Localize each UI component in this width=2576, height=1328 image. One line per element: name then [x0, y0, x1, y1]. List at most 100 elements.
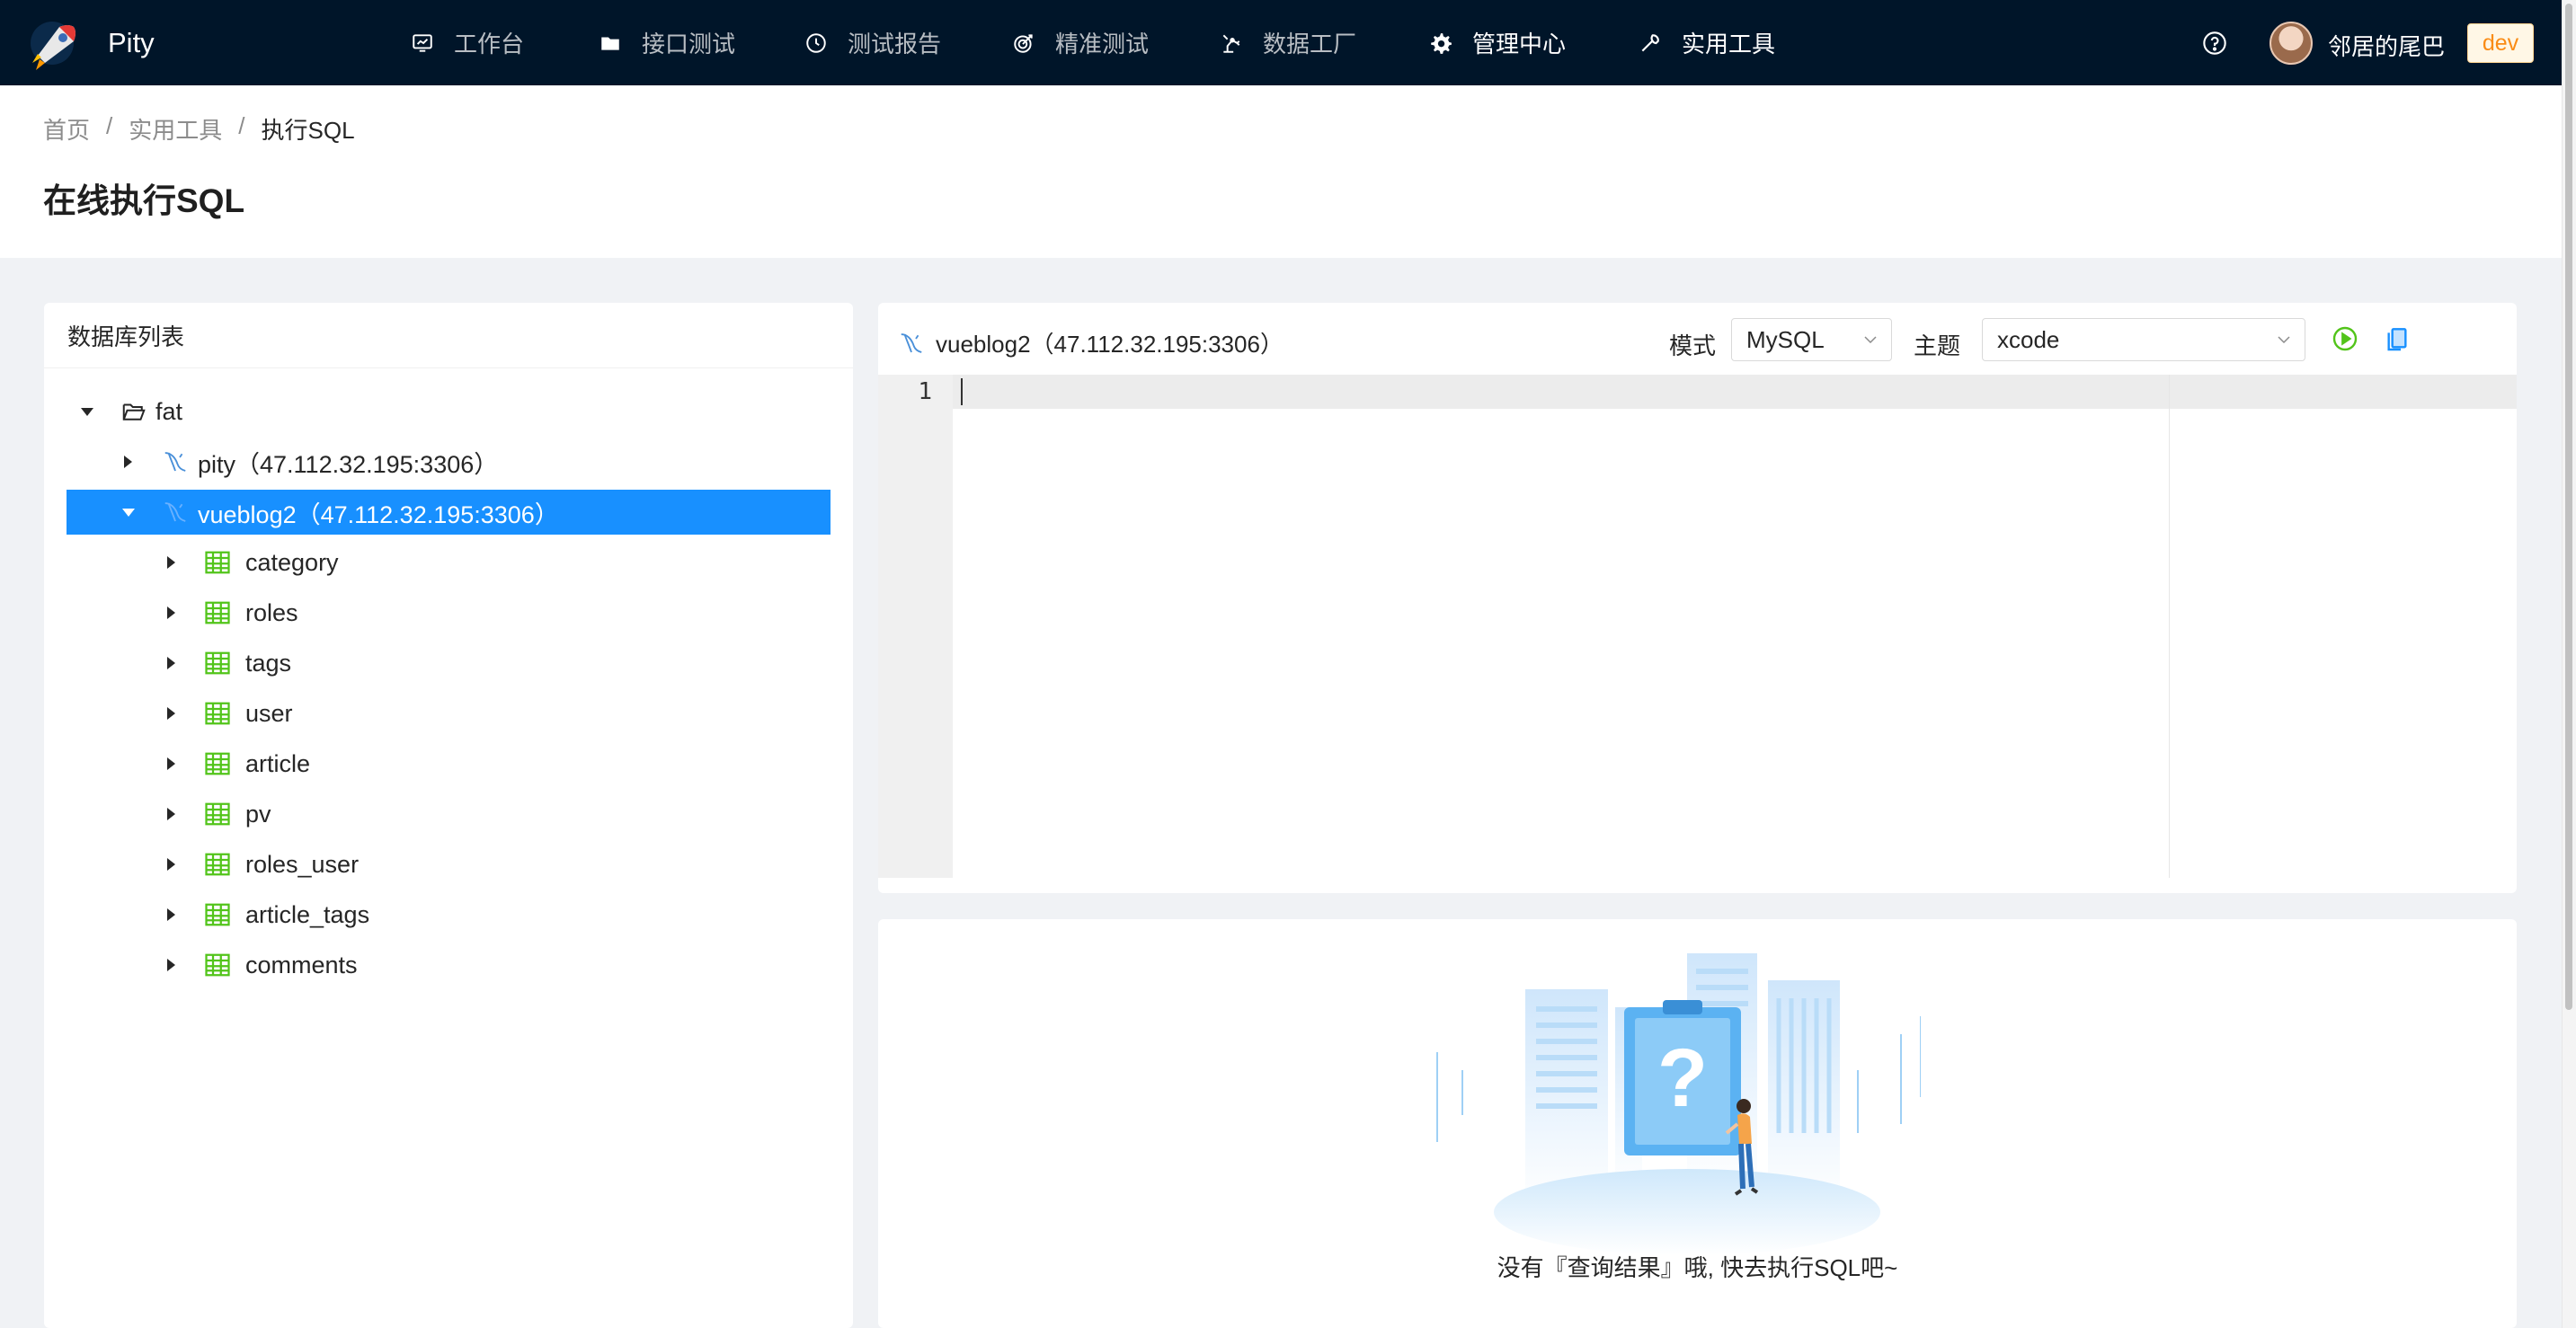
- dashboard-icon: [413, 33, 432, 52]
- caret-right-icon[interactable]: [124, 456, 132, 468]
- nav-label: 数据工厂: [1263, 31, 1357, 58]
- tree-node-env[interactable]: fat: [67, 389, 831, 434]
- caret-right-icon[interactable]: [167, 657, 175, 669]
- empty-result-illustration: ?: [1436, 953, 1921, 1255]
- table-label: category: [245, 548, 339, 576]
- tree-node-table[interactable]: article: [67, 741, 831, 786]
- nav-label: 接口测试: [642, 31, 736, 58]
- caret-right-icon[interactable]: [167, 959, 175, 971]
- tree-node-connection-selected[interactable]: vueblog2（47.112.32.195:3306）: [67, 490, 831, 535]
- avatar[interactable]: [2270, 22, 2313, 65]
- mode-label: 模式: [1669, 332, 1717, 359]
- tree-node-table[interactable]: comments: [67, 943, 831, 987]
- table-label: roles_user: [245, 850, 360, 878]
- theme-label: 主题: [1914, 332, 1961, 359]
- page-header: 首页 / 实用工具 / 执行SQL 在线执行SQL: [0, 85, 2562, 258]
- chevron-down-icon: [1864, 336, 1877, 344]
- tree-node-table[interactable]: user: [67, 691, 831, 736]
- active-line-highlight: [953, 375, 2517, 409]
- breadcrumb-utilities[interactable]: 实用工具: [129, 112, 222, 146]
- caret-right-icon[interactable]: [167, 606, 175, 619]
- page-title: 在线执行SQL: [43, 182, 245, 219]
- current-connection-label: vueblog2（47.112.32.195:3306）: [936, 331, 1284, 358]
- print-margin: [2169, 375, 2170, 878]
- text-cursor: [961, 378, 963, 405]
- tree-node-table[interactable]: article_tags: [67, 892, 831, 937]
- folder-open-icon: [122, 403, 146, 421]
- mysql-icon: [164, 502, 186, 522]
- caret-down-icon[interactable]: [81, 408, 93, 416]
- nav-item-utilities[interactable]: 实用工具: [1639, 0, 1775, 85]
- clock-icon: [806, 32, 826, 53]
- table-icon: [205, 651, 230, 675]
- caret-right-icon[interactable]: [167, 908, 175, 921]
- sql-code-editor[interactable]: 1: [878, 375, 2517, 878]
- question-circle-icon[interactable]: [2202, 31, 2227, 56]
- table-icon: [205, 752, 230, 775]
- target-icon: [1014, 33, 1033, 53]
- nav-item-admin-center[interactable]: 管理中心: [1429, 0, 1566, 85]
- nav-item-test-report[interactable]: 测试报告: [804, 0, 941, 85]
- table-label: article_tags: [245, 900, 370, 928]
- line-number: 1: [918, 378, 932, 405]
- table-icon: [205, 601, 230, 624]
- nav-item-precise-test[interactable]: 精准测试: [1012, 0, 1149, 85]
- caret-down-icon[interactable]: [122, 509, 135, 517]
- tree-node-table[interactable]: roles: [67, 590, 831, 635]
- theme-value: xcode: [1997, 325, 2060, 353]
- table-icon: [205, 551, 230, 574]
- tree-node-table[interactable]: pv: [67, 792, 831, 837]
- app-name[interactable]: Pity: [108, 27, 155, 59]
- gear-icon: [1431, 32, 1452, 54]
- table-label: pv: [245, 800, 271, 828]
- username[interactable]: 邻居的尾巴: [2328, 29, 2445, 62]
- caret-right-icon[interactable]: [167, 556, 175, 569]
- table-label: user: [245, 699, 293, 727]
- tree-node-table[interactable]: tags: [67, 641, 831, 686]
- robot-arm-icon: [1222, 34, 1240, 53]
- nav-label: 实用工具: [1682, 31, 1776, 58]
- nav-item-workbench[interactable]: 工作台: [411, 0, 524, 85]
- editor-gutter: 1: [878, 375, 953, 878]
- play-circle-icon[interactable]: [2331, 324, 2359, 353]
- table-icon: [205, 702, 230, 725]
- tree-node-connection[interactable]: pity（47.112.32.195:3306）: [67, 439, 831, 484]
- theme-select[interactable]: xcode: [1982, 318, 2305, 361]
- scrollbar-thumb[interactable]: [2565, 4, 2572, 1010]
- mode-value: MySQL: [1746, 325, 1825, 353]
- caret-right-icon[interactable]: [167, 858, 175, 871]
- caret-right-icon[interactable]: [167, 808, 175, 820]
- tree-node-table[interactable]: category: [67, 540, 831, 585]
- nav-item-api-test[interactable]: 接口测试: [599, 0, 735, 85]
- database-list-title: 数据库列表: [44, 303, 853, 368]
- connection-label: vueblog2（47.112.32.195:3306）: [198, 500, 559, 528]
- table-icon: [205, 802, 230, 826]
- table-label: comments: [245, 951, 358, 978]
- mode-select[interactable]: MySQL: [1731, 318, 1892, 361]
- tree-node-table[interactable]: roles_user: [67, 842, 831, 887]
- caret-right-icon[interactable]: [167, 757, 175, 770]
- table-icon: [205, 953, 230, 977]
- breadcrumb: 首页 / 实用工具 / 执行SQL: [43, 112, 355, 146]
- env-badge: dev: [2467, 23, 2534, 63]
- copy-icon[interactable]: [2383, 324, 2412, 353]
- table-label: roles: [245, 598, 298, 626]
- breadcrumb-separator: /: [238, 112, 245, 139]
- empty-result-text: 没有『查询结果』哦, 快去执行SQL吧~: [1497, 1254, 1898, 1281]
- svg-text:?: ?: [1657, 1032, 1708, 1124]
- nav-item-data-factory[interactable]: 数据工厂: [1220, 0, 1356, 85]
- table-label: tags: [245, 649, 292, 677]
- breadcrumb-separator: /: [106, 112, 113, 139]
- folder-icon: [601, 37, 619, 50]
- table-icon: [205, 903, 230, 926]
- caret-right-icon[interactable]: [167, 707, 175, 720]
- wrench-icon: [1641, 33, 1659, 51]
- table-label: article: [245, 749, 311, 777]
- tree-env-label: fat: [155, 397, 183, 425]
- rocket-logo-icon[interactable]: [29, 18, 83, 72]
- query-result-panel: ? 没有『查询结果』哦, 快去执行SQL吧~: [878, 919, 2517, 1328]
- breadcrumb-home[interactable]: 首页: [43, 112, 90, 146]
- database-list-panel: 数据库列表 fat pity（47.112.32.195:3306） vuebl…: [44, 303, 853, 1328]
- chevron-down-icon: [2278, 336, 2290, 344]
- table-icon: [205, 853, 230, 876]
